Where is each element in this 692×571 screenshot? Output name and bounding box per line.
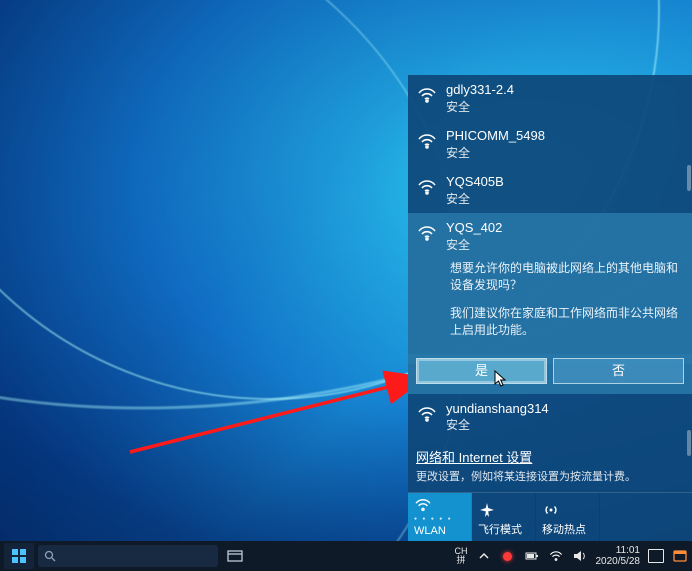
taskview-button[interactable]: [220, 543, 250, 569]
wifi-network-item-selected[interactable]: YQS_402 安全 想要允许你的电脑被此网络上的其他电脑和设备发现吗？ 我们建…: [408, 213, 692, 364]
quick-toggle-row: ● ● ● ● ● WLAN 飞行模式 移动热点: [408, 492, 692, 541]
network-settings-area: 网络和 Internet 设置 更改设置，例如将某连接设置为按流量计费。: [408, 439, 692, 492]
wifi-security-label: 安全: [446, 100, 688, 114]
wifi-icon: [414, 497, 432, 513]
tray-app-icon[interactable]: [672, 548, 688, 564]
record-icon: [503, 552, 512, 561]
network-settings-link[interactable]: 网络和 Internet 设置: [416, 447, 688, 466]
wifi-icon: [549, 550, 563, 562]
wifi-icon: [416, 222, 438, 244]
prompt-line: 我们建议你在家庭和工作网络而非公共网络上启用此功能。: [450, 305, 688, 340]
tray-record-indicator[interactable]: [500, 548, 516, 564]
toggle-mobile-hotspot[interactable]: 移动热点: [536, 493, 600, 541]
taskbar: CH 拼 11:01 2020/5/28: [0, 541, 692, 571]
wifi-security-label: 安全: [446, 192, 688, 206]
wifi-name: yundianshang314: [446, 401, 688, 417]
tray-chevron-up[interactable]: [476, 548, 492, 564]
network-settings-desc: 更改设置，例如将某连接设置为按流量计费。: [416, 468, 688, 484]
app-icon: [673, 550, 687, 562]
prompt-line: 想要允许你的电脑被此网络上的其他电脑和设备发现吗？: [450, 260, 688, 295]
clock-date: 2020/5/28: [596, 556, 641, 567]
network-discovery-prompt: 想要允许你的电脑被此网络上的其他电脑和设备发现吗？ 我们建议你在家庭和工作网络而…: [446, 260, 688, 350]
taskbar-search[interactable]: [38, 545, 218, 567]
action-center-button[interactable]: [648, 548, 664, 564]
speaker-icon: [573, 550, 587, 562]
wifi-security-label: 安全: [446, 418, 688, 432]
wifi-name: gdly331-2.4: [446, 82, 688, 98]
tray-volume-icon[interactable]: [572, 548, 588, 564]
ime-indicator[interactable]: CH 拼: [455, 547, 468, 565]
wifi-network-item[interactable]: gdly331-2.4 安全: [408, 75, 692, 121]
wifi-network-item[interactable]: YQS405B 安全: [408, 167, 692, 213]
wifi-security-label: 安全: [446, 146, 688, 160]
tray-power-icon[interactable]: [524, 548, 540, 564]
start-icon: [12, 549, 26, 563]
ime-mode: 拼: [456, 556, 465, 565]
wifi-icon: [416, 84, 438, 106]
wifi-security-label: 安全: [446, 238, 688, 252]
wifi-icon: [416, 176, 438, 198]
tray-wifi-icon[interactable]: [548, 548, 564, 564]
wifi-icon: [416, 403, 438, 425]
scrollbar-thumb[interactable]: [687, 165, 691, 191]
chevron-up-icon: [479, 552, 489, 560]
wifi-name: PHICOMM_5498: [446, 128, 688, 144]
airplane-icon: [478, 502, 496, 518]
wifi-network-item[interactable]: yundianshang314 安全: [408, 394, 692, 440]
toggle-airplane-mode[interactable]: 飞行模式: [472, 493, 536, 541]
toggle-label: WLAN: [414, 525, 446, 537]
background-wave: [0, 0, 470, 571]
signal-strength-icon: ● ● ● ● ●: [414, 516, 453, 522]
search-icon: [44, 550, 56, 562]
no-button[interactable]: 否: [553, 358, 684, 384]
hotspot-icon: [542, 502, 560, 518]
wifi-network-list: gdly331-2.4 安全 PHICOMM_5498 安全 YQS405B 安…: [408, 75, 692, 439]
wifi-icon: [416, 130, 438, 152]
toggle-label: 移动热点: [542, 521, 586, 537]
wifi-name: YQS_402: [446, 220, 688, 236]
power-icon: [525, 551, 539, 561]
toggle-wlan[interactable]: ● ● ● ● ● WLAN: [408, 493, 472, 541]
taskview-icon: [227, 550, 243, 562]
notification-icon: [648, 549, 664, 563]
toggle-label: 飞行模式: [478, 521, 522, 537]
taskbar-clock[interactable]: 11:01 2020/5/28: [596, 545, 641, 567]
start-button[interactable]: [4, 543, 34, 569]
wifi-network-item[interactable]: PHICOMM_5498 安全: [408, 121, 692, 167]
scrollbar-thumb[interactable]: [687, 430, 691, 456]
yes-button[interactable]: 是: [416, 358, 547, 384]
clock-time: 11:01: [616, 545, 640, 556]
wifi-name: YQS405B: [446, 174, 688, 190]
network-flyout: gdly331-2.4 安全 PHICOMM_5498 安全 YQS405B 安…: [408, 75, 692, 541]
